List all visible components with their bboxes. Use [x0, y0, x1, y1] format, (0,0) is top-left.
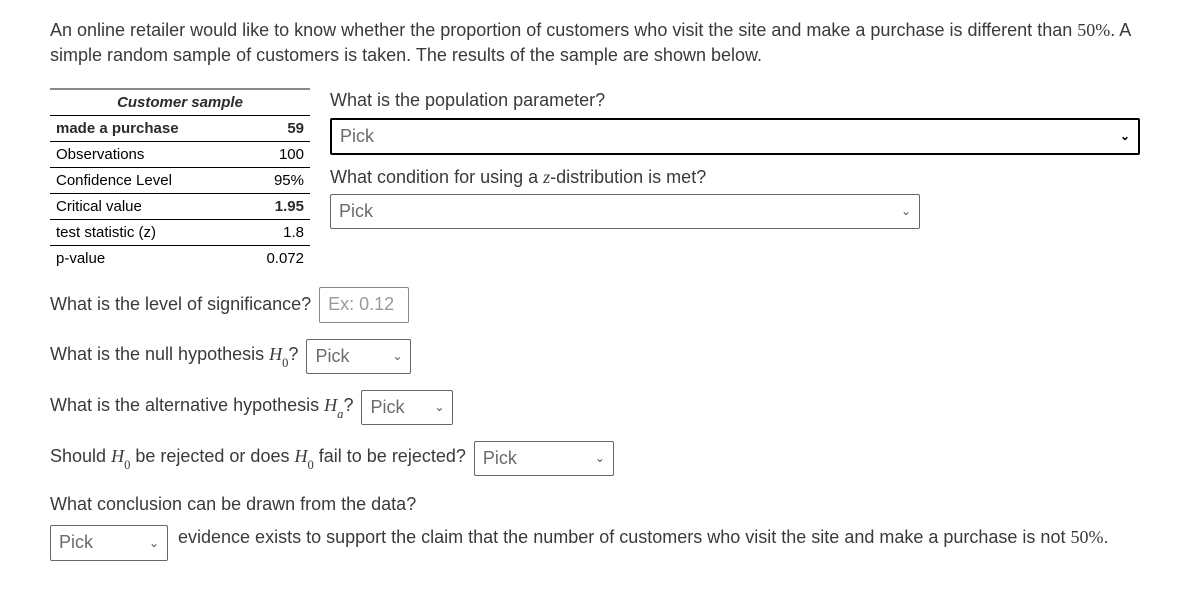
alt-hypothesis-line: What is the alternative hypothesis Ha? P…	[50, 390, 1150, 425]
h0-symbol: H0	[111, 446, 130, 466]
chevron-down-icon: ⌄	[149, 535, 159, 552]
customer-sample-table: Customer sample made a purchase59 Observ…	[50, 88, 310, 271]
row-value: 59	[240, 116, 310, 142]
select-placeholder: Pick	[370, 395, 404, 420]
select-placeholder: Pick	[59, 530, 93, 555]
row-label: Observations	[50, 142, 240, 168]
conclusion-line: Pick ⌄ evidence exists to support the cl…	[50, 525, 1150, 560]
chevron-down-icon: ⌄	[434, 399, 444, 416]
row-label: Confidence Level	[50, 168, 240, 194]
population-parameter-question: What is the population parameter?	[330, 88, 1150, 113]
table-row: Critical value1.95	[50, 194, 310, 220]
h0-symbol: H0	[269, 344, 288, 364]
row-value: 1.95	[240, 194, 310, 220]
row-label: Critical value	[50, 194, 240, 220]
select-placeholder: Pick	[339, 199, 373, 224]
row-value: 100	[240, 142, 310, 168]
row-label: made a purchase	[50, 116, 240, 142]
row-label: p-value	[50, 246, 240, 272]
conclusion-select[interactable]: Pick ⌄	[50, 525, 168, 560]
null-hypothesis-line: What is the null hypothesis H0? Pick ⌄	[50, 339, 1150, 374]
row-value: 95%	[240, 168, 310, 194]
row-label: test statistic (z)	[50, 220, 240, 246]
intro-part1: An online retailer would like to know wh…	[50, 20, 1077, 40]
table-row: test statistic (z)1.8	[50, 220, 310, 246]
conclusion-text: evidence exists to support the claim tha…	[178, 525, 1150, 550]
chevron-down-icon: ⌄	[595, 450, 605, 467]
table-row: made a purchase59	[50, 116, 310, 142]
chevron-down-icon: ⌄	[392, 348, 402, 365]
intro-percent: 50%	[1077, 20, 1110, 40]
row-value: 0.072	[240, 246, 310, 272]
alt-hypothesis-select[interactable]: Pick ⌄	[361, 390, 453, 425]
problem-intro: An online retailer would like to know wh…	[50, 18, 1150, 68]
select-placeholder: Pick	[483, 446, 517, 471]
significance-level-line: What is the level of significance? Ex: 0…	[50, 287, 1150, 322]
z-condition-question: What condition for using a z-distributio…	[330, 165, 1150, 190]
chevron-down-icon: ⌄	[901, 203, 911, 220]
table-row: Confidence Level95%	[50, 168, 310, 194]
select-placeholder: Pick	[340, 124, 374, 149]
reject-line: Should H0 be rejected or does H0 fail to…	[50, 441, 1150, 476]
row-value: 1.8	[240, 220, 310, 246]
select-placeholder: Pick	[315, 344, 349, 369]
reject-select[interactable]: Pick ⌄	[474, 441, 614, 476]
chevron-down-icon: ⌄	[1120, 128, 1130, 145]
ha-symbol: Ha	[324, 395, 343, 415]
table-header: Customer sample	[50, 89, 310, 116]
h0-symbol: H0	[294, 446, 313, 466]
z-condition-select[interactable]: Pick ⌄	[330, 194, 920, 229]
table-row: Observations100	[50, 142, 310, 168]
significance-question: What is the level of significance?	[50, 292, 311, 317]
table-row: p-value0.072	[50, 246, 310, 272]
conclusion-question: What conclusion can be drawn from the da…	[50, 492, 1150, 517]
population-parameter-select[interactable]: Pick ⌄	[330, 118, 1140, 155]
significance-input[interactable]: Ex: 0.12	[319, 287, 409, 322]
null-hypothesis-select[interactable]: Pick ⌄	[306, 339, 411, 374]
